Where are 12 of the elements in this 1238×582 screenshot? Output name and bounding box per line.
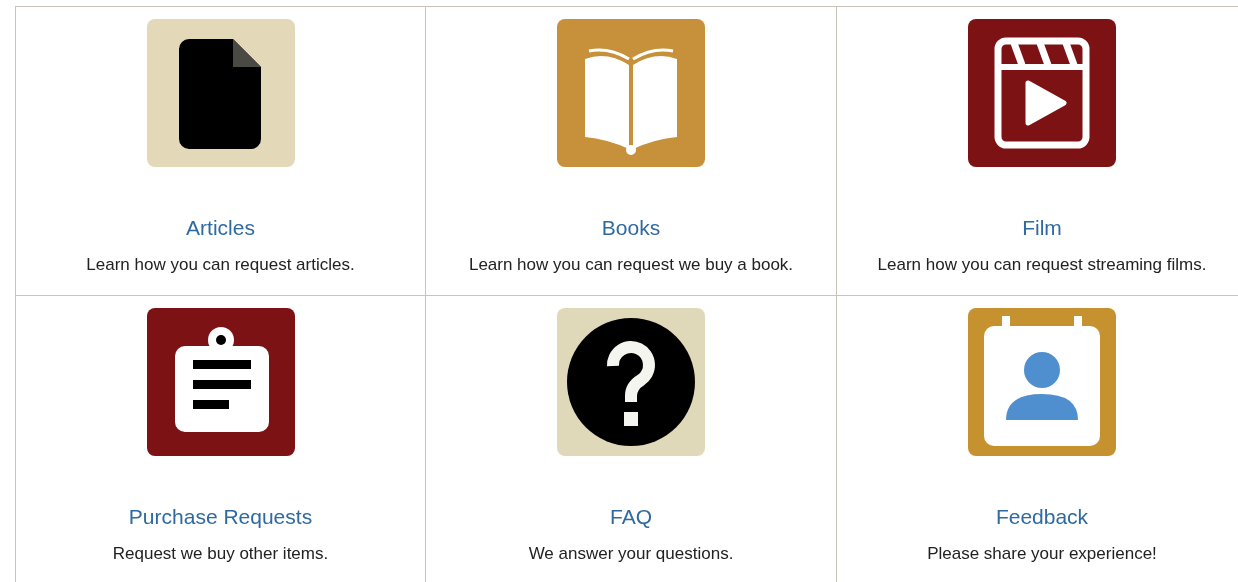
card-title-link[interactable]: Film — [1022, 214, 1062, 242]
card-title-link[interactable]: Purchase Requests — [128, 503, 313, 531]
card-title-link[interactable]: FAQ — [610, 503, 652, 531]
card-title-link[interactable]: Books — [601, 214, 661, 242]
card-description: Request we buy other items. — [112, 543, 329, 565]
card-description: We answer your questions. — [528, 543, 734, 565]
card-description: Learn how you can request articles. — [86, 254, 355, 276]
card-description: Learn how you can request streaming films. — [877, 254, 1207, 276]
card-title-link[interactable]: Articles — [186, 214, 255, 242]
card-title-link[interactable]: Feedback — [995, 503, 1089, 531]
card-description: Please share your experience! — [927, 543, 1157, 565]
card-description: Learn how you can request we buy a book. — [468, 254, 794, 276]
